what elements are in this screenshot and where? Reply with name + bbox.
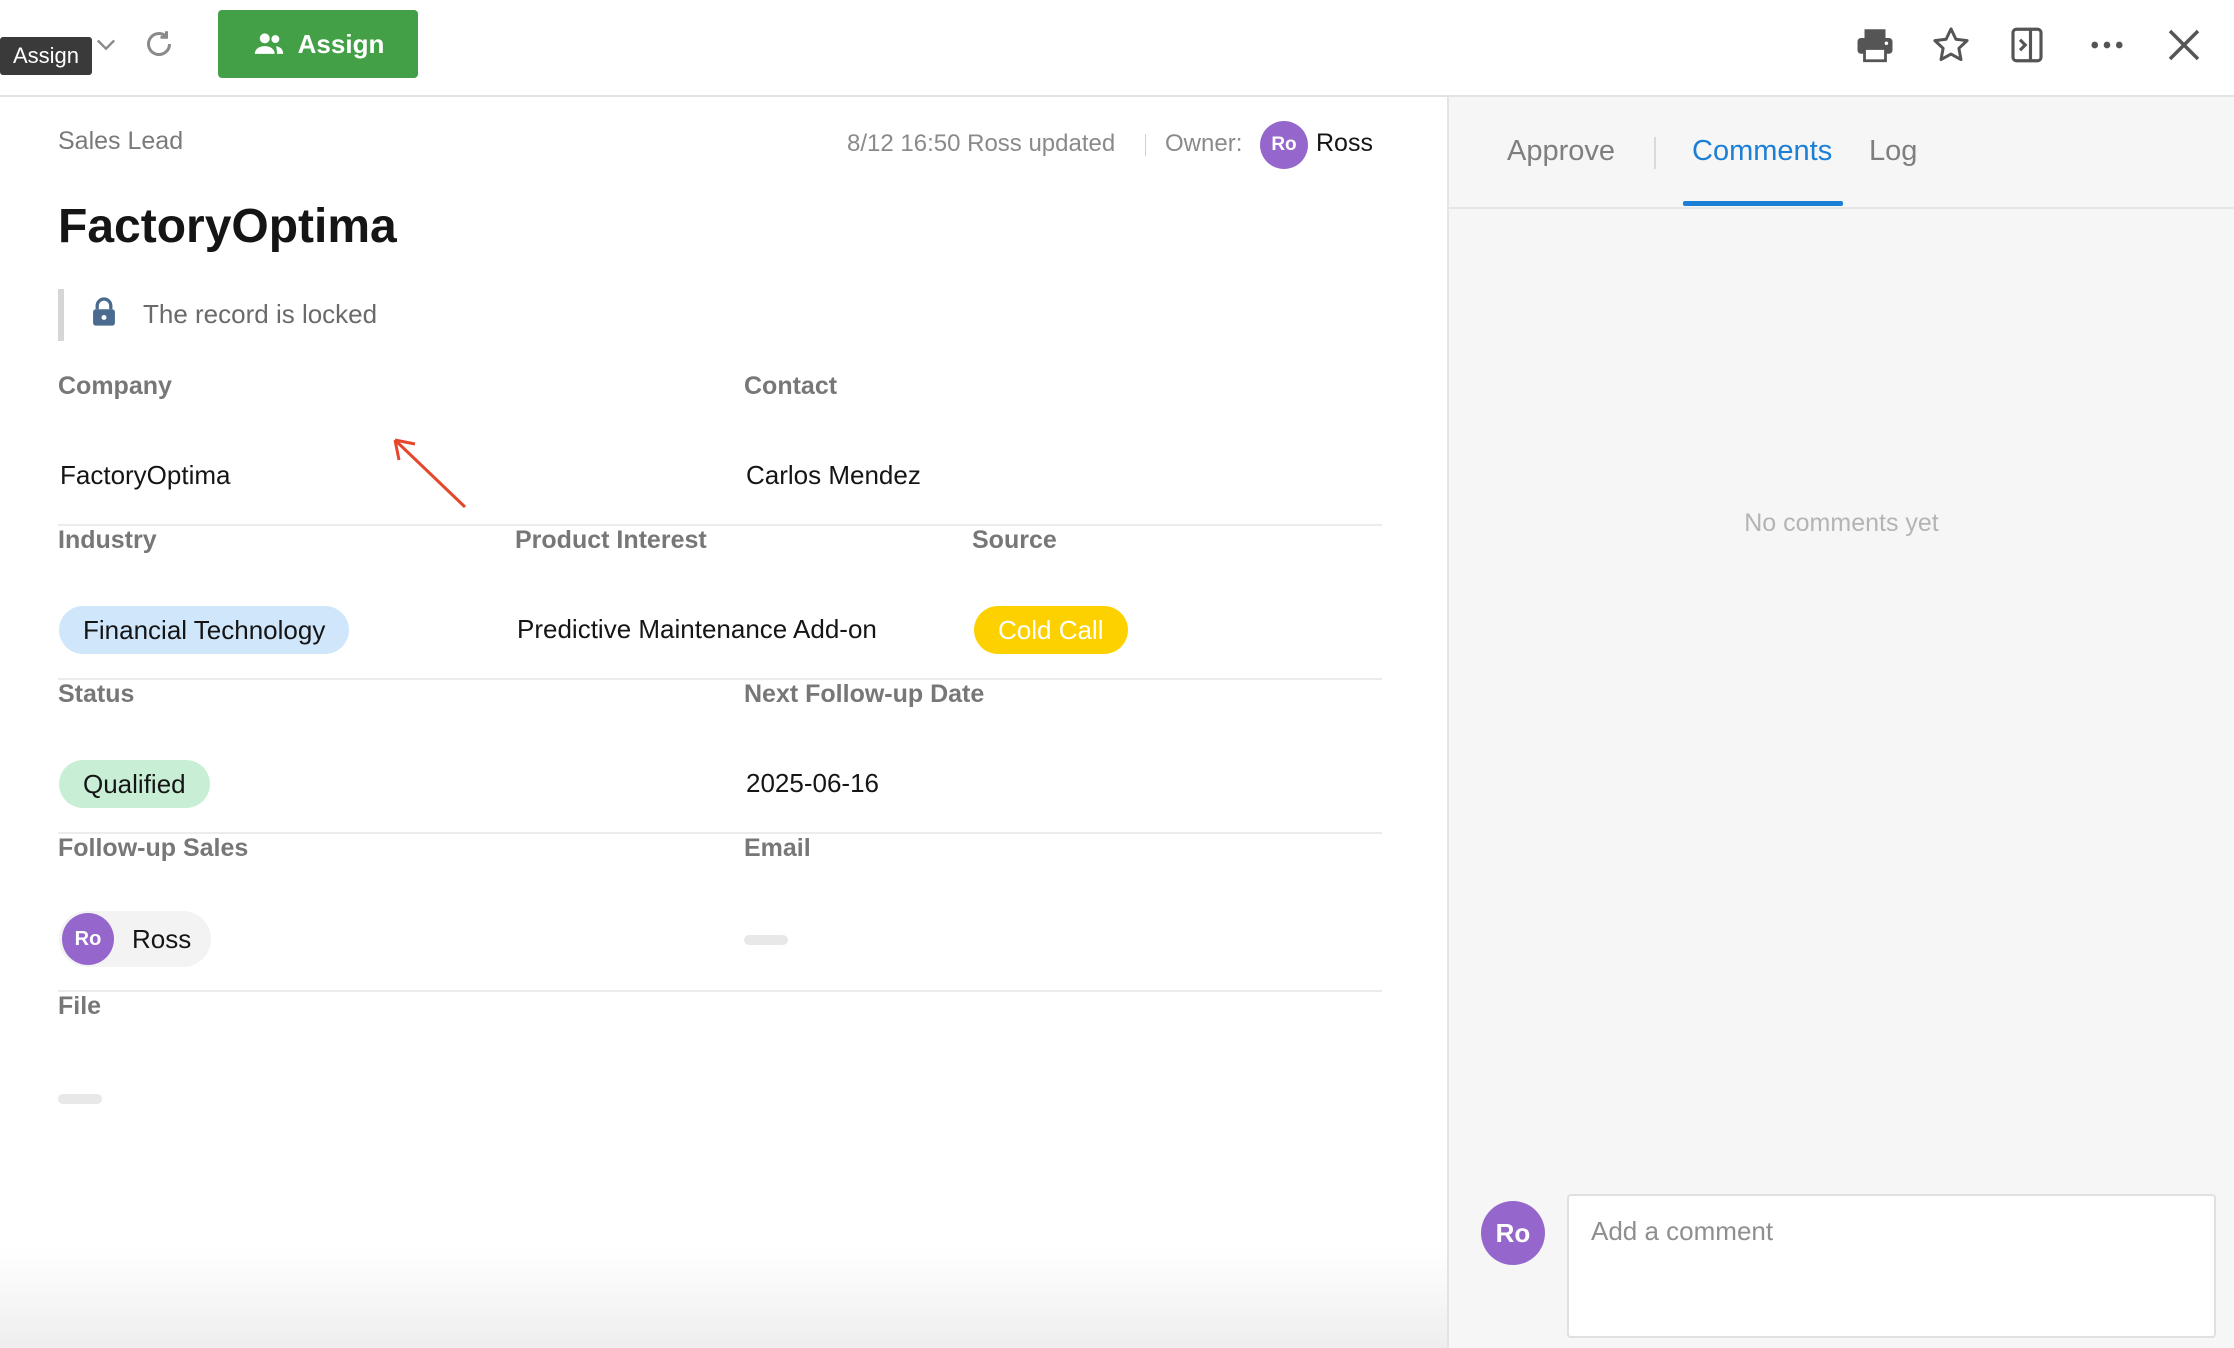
follow-up-sales-name: Ross [132,923,192,954]
follow-up-sales-user[interactable]: Ro Ross [59,911,211,967]
record-detail: Sales Lead 8/12 16:50 Ross updated Owner… [0,97,1447,1348]
annotation-arrow [393,438,467,509]
file-empty-placeholder [58,1094,102,1104]
active-tab-indicator [1683,201,1843,206]
empty-comments-text: No comments yet [1744,509,1939,537]
status-label: Status [58,680,135,708]
row-divider [58,524,1382,526]
print-icon[interactable] [1854,24,1896,66]
file-label: File [58,992,102,1020]
updated-meta: 8/12 16:50 Ross updated [847,130,1116,157]
product-interest-label: Product Interest [515,526,707,554]
product-interest-value: Predictive Maintenance Add-on [517,614,877,644]
next-follow-up-value: 2025-06-16 [746,768,879,798]
top-toolbar: Assign Assign [0,0,2234,97]
meta-divider [1145,134,1146,156]
panel-toggle-icon[interactable] [2006,24,2048,66]
tab-divider [1654,137,1656,169]
tab-comments[interactable]: Comments [1692,135,1832,168]
company-value: FactoryOptima [60,460,231,490]
close-icon[interactable] [2163,24,2205,66]
source-tag: Cold Call [974,606,1128,654]
assign-button[interactable]: Assign [218,10,418,78]
owner-name[interactable]: Ross [1316,129,1373,158]
owner-label: Owner: [1165,130,1243,157]
row-divider [58,990,1382,992]
status-tag: Qualified [59,760,210,808]
more-icon[interactable] [2086,24,2128,66]
industry-label: Industry [58,526,157,554]
avatar: Ro [62,913,114,965]
bottom-shadow [0,1247,1447,1348]
assign-tooltip: Assign [0,37,93,75]
record-title: FactoryOptima [58,200,397,253]
email-label: Email [744,834,811,862]
assign-button-label: Assign [297,28,385,59]
row-divider [58,832,1382,834]
refresh-icon[interactable] [141,26,177,62]
chevron-down-icon[interactable] [92,30,120,58]
lock-notice-text: The record is locked [143,299,378,329]
panel-tabs: Approve Comments Log [1449,97,2234,209]
commenter-avatar: Ro [1481,1201,1545,1265]
side-panel: Approve Comments Log No comments yet Ro [1449,97,2234,1348]
star-icon[interactable] [1930,24,1972,66]
contact-value[interactable]: Carlos Mendez [746,460,921,491]
email-empty-placeholder [744,935,788,945]
comment-input[interactable] [1567,1194,2216,1338]
object-name: Sales Lead [58,127,184,155]
row-divider [58,678,1382,680]
next-follow-up-label: Next Follow-up Date [744,680,985,708]
tab-log[interactable]: Log [1869,135,1917,168]
industry-tag: Financial Technology [59,606,350,654]
follow-up-sales-label: Follow-up Sales [58,834,249,862]
tab-approve[interactable]: Approve [1507,135,1615,168]
lock-notice-bar [58,289,64,341]
company-label: Company [58,372,172,400]
owner-avatar[interactable]: Ro [1260,121,1308,169]
lock-icon [93,297,115,326]
source-label: Source [972,526,1057,554]
users-icon [254,33,283,54]
contact-label: Contact [744,372,838,400]
